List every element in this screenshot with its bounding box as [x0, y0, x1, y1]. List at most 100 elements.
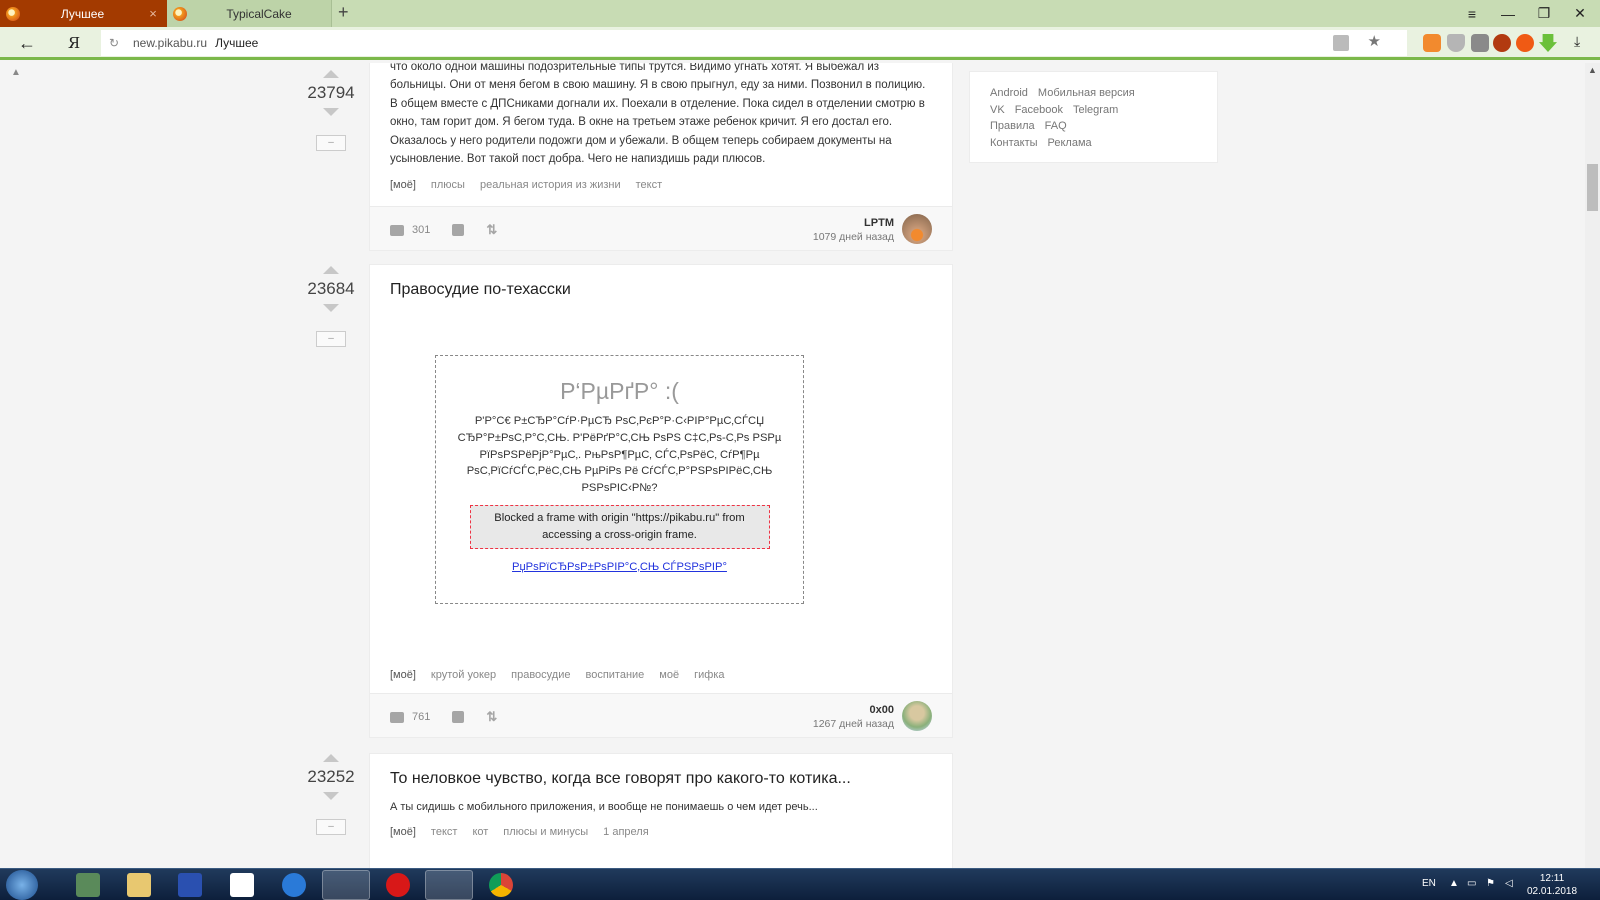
extension-circle-icon[interactable]	[1493, 34, 1511, 52]
embed-retry-link[interactable]: РџРѕРїСЂРѕР±РѕРІР°С‚СЊ СЃРЅРѕРІР°	[512, 561, 727, 573]
scrollbar-thumb[interactable]	[1587, 164, 1598, 211]
tag[interactable]: [моё]	[390, 826, 416, 838]
tray-volume-icon[interactable]: ◁	[1505, 878, 1513, 889]
taskbar-explorer-icon[interactable]	[127, 873, 151, 897]
sidebar-links: Android Мобильная версия VK Facebook Telegr…	[969, 71, 1218, 163]
tag[interactable]: крутой уокер	[431, 669, 496, 681]
post-title[interactable]: То неловкое чувство, когда все говорят п…	[370, 770, 952, 788]
post-card: Правосудие по-техасски Р‘РµРґР° :( Р'Р°С…	[369, 264, 953, 738]
downvote-icon[interactable]	[323, 792, 339, 800]
link-ads[interactable]: Реклама	[1048, 137, 1092, 149]
link-rules[interactable]: Правила	[990, 120, 1035, 132]
restore-button[interactable]: ❐	[1526, 0, 1562, 27]
extension-owl-icon[interactable]	[1423, 34, 1441, 52]
minimize-button[interactable]: —	[1490, 0, 1526, 27]
tag[interactable]: моё	[659, 669, 679, 681]
tab-best[interactable]: Лучшее ×	[0, 0, 167, 27]
link-vk[interactable]: VK	[990, 104, 1005, 116]
bookmark-star-icon[interactable]: ★	[1368, 32, 1381, 50]
author-name[interactable]: LPTM	[813, 217, 894, 229]
extension-se-icon[interactable]	[1471, 34, 1489, 52]
taskbar-yandex-browser-icon[interactable]	[322, 870, 370, 900]
tag[interactable]: плюсы	[431, 179, 465, 191]
comment-icon[interactable]	[390, 224, 404, 236]
tag[interactable]: 1 апреля	[603, 826, 649, 838]
tray-flag-icon[interactable]: ⚑	[1486, 878, 1495, 889]
close-window-button[interactable]: ✕	[1562, 0, 1598, 27]
taskbar-floppy-icon[interactable]	[178, 873, 202, 897]
new-tab-button[interactable]: +	[338, 2, 349, 23]
avatar[interactable]	[902, 701, 932, 731]
tag[interactable]: [моё]	[390, 669, 416, 681]
comment-icon[interactable]	[390, 711, 404, 723]
reload-icon[interactable]: ↻	[109, 36, 129, 50]
page-scrollbar[interactable]: ▲	[1585, 63, 1600, 868]
tag[interactable]: текст	[431, 826, 458, 838]
link-telegram[interactable]: Telegram	[1073, 104, 1118, 116]
save-icon[interactable]	[452, 711, 465, 723]
tab-label: TypicalCake	[226, 6, 292, 21]
upvote-icon[interactable]	[323, 754, 339, 762]
downvote-icon[interactable]	[323, 304, 339, 312]
post-title[interactable]: Правосудие по-техасски	[370, 281, 952, 299]
downloads-icon[interactable]: ⤓	[1574, 33, 1580, 50]
downvote-icon[interactable]	[323, 108, 339, 116]
tag[interactable]: правосудие	[511, 669, 570, 681]
tab-typicalcake[interactable]: TypicalCake	[167, 0, 332, 27]
comment-count[interactable]: 761	[412, 711, 430, 723]
tab-label: Лучшее	[60, 6, 105, 21]
post-body: что около одной машины подозрительные ти…	[390, 63, 926, 166]
tag[interactable]: гифка	[694, 669, 724, 681]
taskbar-opera-icon[interactable]	[386, 873, 410, 897]
tray-network-icon[interactable]: ▭	[1467, 878, 1476, 889]
extension-shield-icon[interactable]	[1447, 34, 1465, 52]
avatar[interactable]	[902, 214, 932, 244]
scroll-to-top-icon[interactable]: ▲	[11, 67, 21, 78]
start-button[interactable]	[6, 870, 38, 900]
tag[interactable]: реальная история из жизни	[480, 179, 621, 191]
save-icon[interactable]	[452, 224, 465, 236]
clock-date: 02.01.2018	[1527, 886, 1578, 897]
system-clock[interactable]: 12:11 02.01.2018	[1527, 872, 1577, 898]
upvote-icon[interactable]	[323, 70, 339, 78]
language-indicator[interactable]: EN	[1422, 878, 1436, 889]
address-host: new.pikabu.ru	[133, 36, 208, 50]
yandex-logo-button[interactable]: Я	[68, 34, 80, 52]
tag[interactable]: воспитание	[585, 669, 644, 681]
collapse-button[interactable]: –	[316, 819, 346, 835]
collapse-button[interactable]: –	[316, 331, 346, 347]
embed-text: Р'Р°С€ Р±СЂР°СѓР·РµСЂ РѕС‚РєР°Р·С‹РІР°Рµ…	[457, 415, 782, 495]
extension-download-arrow-icon[interactable]	[1539, 34, 1557, 52]
menu-icon[interactable]: ≡	[1454, 0, 1490, 27]
link-contacts[interactable]: Контакты	[990, 137, 1038, 149]
link-android[interactable]: Android	[990, 87, 1028, 99]
comment-count[interactable]: 301	[412, 224, 430, 236]
share-icon[interactable]: ⇅	[486, 222, 497, 238]
link-facebook[interactable]: Facebook	[1015, 104, 1063, 116]
tag[interactable]: текст	[636, 179, 663, 191]
share-icon[interactable]: ⇅	[486, 709, 497, 725]
taskbar-yandex-icon[interactable]	[230, 873, 254, 897]
address-bar[interactable]: ↻ new.pikabu.ru Лучшее ★	[101, 30, 1407, 56]
tray-expand-icon[interactable]: ▲	[1449, 878, 1459, 889]
scroll-up-icon[interactable]: ▲	[1588, 65, 1597, 75]
author-name[interactable]: 0x00	[813, 704, 894, 716]
tag[interactable]: [моё]	[390, 179, 416, 191]
tag[interactable]: кот	[472, 826, 488, 838]
extension-fire-icon[interactable]	[1516, 34, 1534, 52]
tab-close-icon[interactable]: ×	[145, 6, 161, 21]
post-tags: [моё] плюсы реальная история из жизни те…	[370, 179, 952, 191]
taskbar-monitor-icon[interactable]	[76, 873, 100, 897]
tag[interactable]: плюсы и минусы	[503, 826, 588, 838]
lock-icon[interactable]	[1333, 35, 1349, 51]
taskbar-ie-icon[interactable]	[282, 873, 306, 897]
back-button[interactable]: ←	[18, 33, 36, 54]
rating-value: 23684	[307, 279, 355, 298]
link-faq[interactable]: FAQ	[1045, 120, 1067, 132]
pikabu-favicon-icon	[173, 6, 187, 21]
taskbar-viber-icon[interactable]	[425, 870, 473, 900]
link-mobile-version[interactable]: Мобильная версия	[1038, 87, 1135, 99]
collapse-button[interactable]: –	[316, 135, 346, 151]
taskbar-chrome-icon[interactable]	[489, 873, 513, 897]
upvote-icon[interactable]	[323, 266, 339, 274]
